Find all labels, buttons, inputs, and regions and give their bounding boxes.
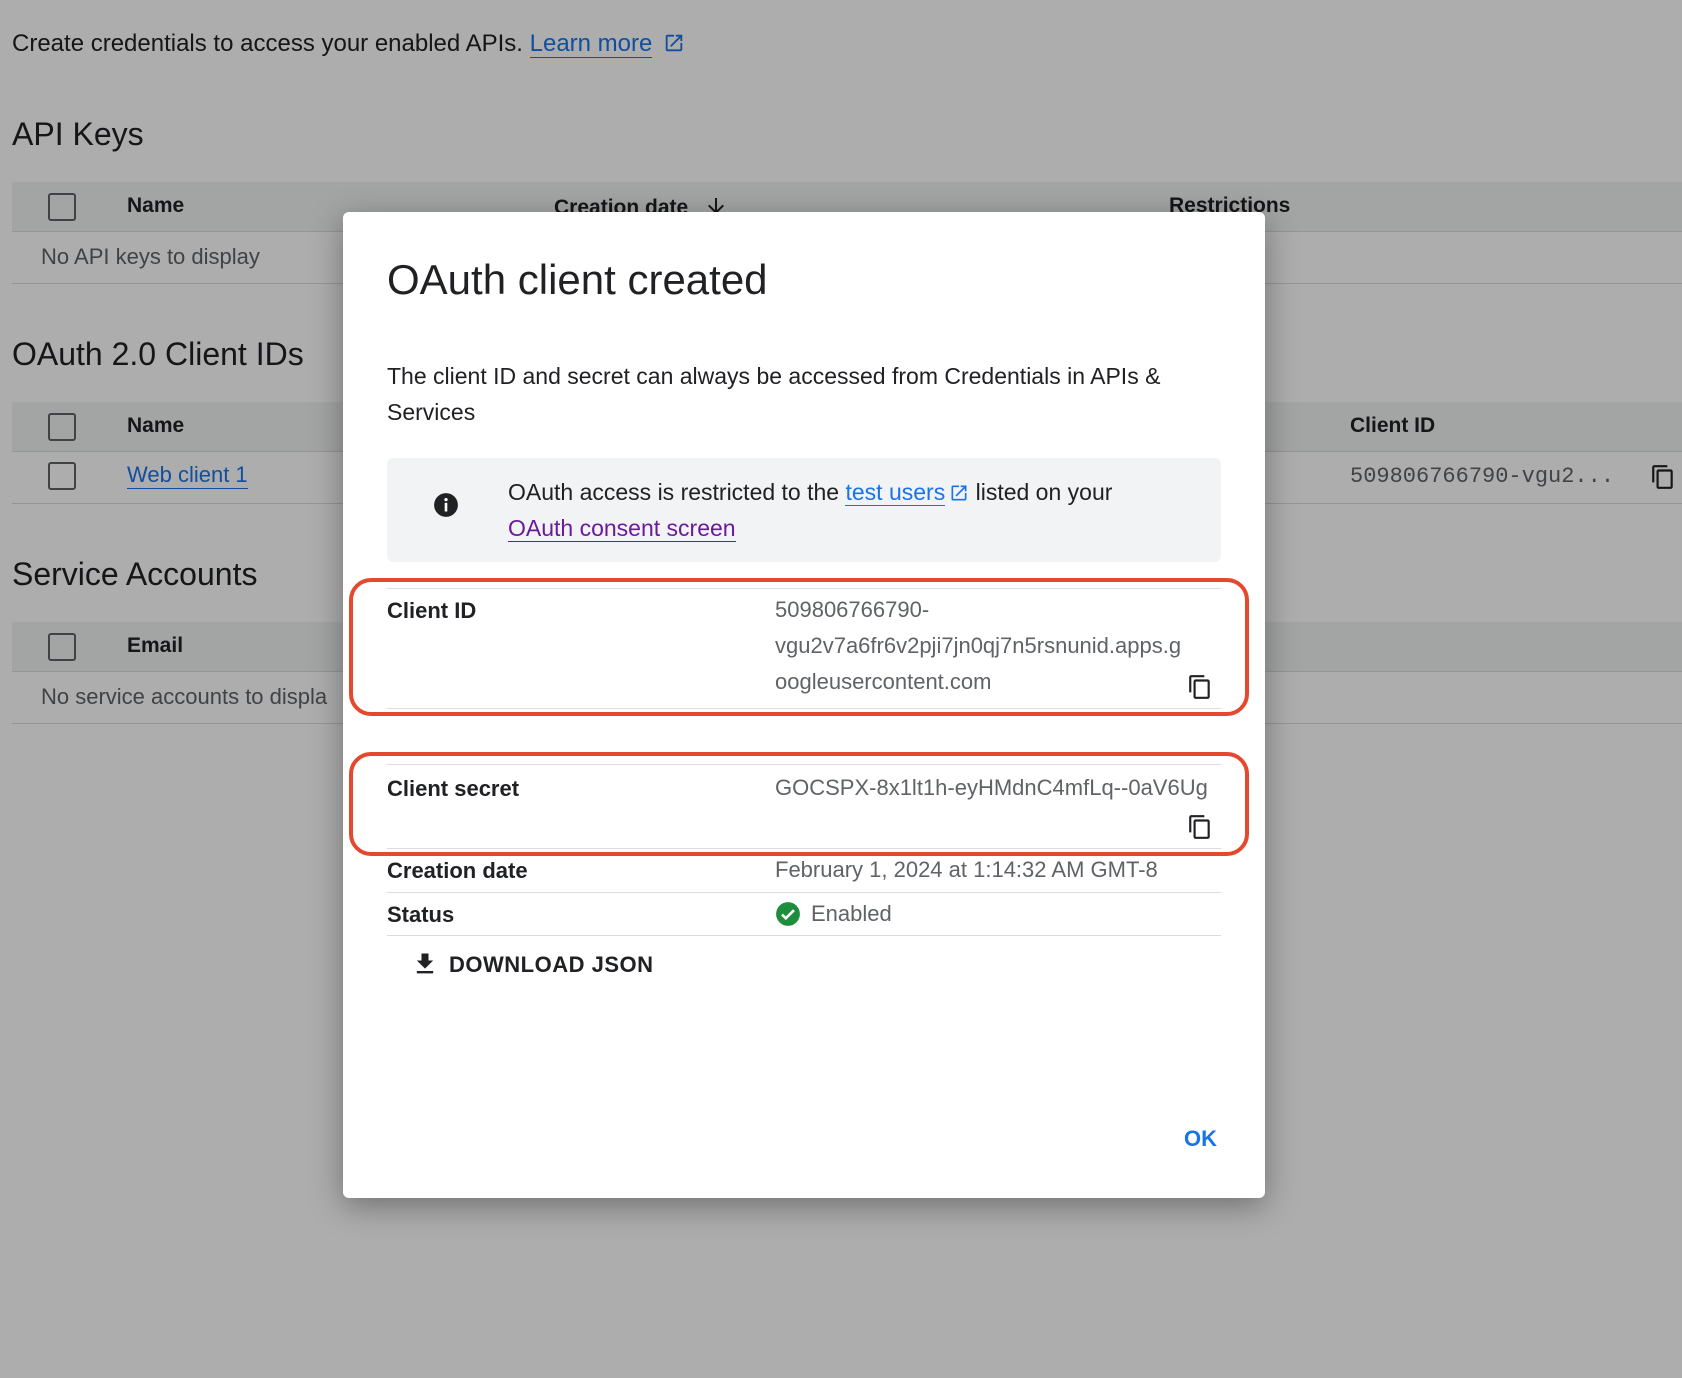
test-users-link[interactable]: test users	[845, 479, 946, 506]
client-secret-highlight	[349, 752, 1249, 856]
oauth-created-dialog: OAuth client created The client ID and s…	[343, 212, 1265, 1198]
ok-button[interactable]: OK	[1184, 1126, 1217, 1152]
dialog-description: The client ID and secret can always be a…	[387, 363, 1161, 425]
check-circle-icon	[776, 902, 800, 926]
info-banner: OAuth access is restricted to the test u…	[387, 458, 1221, 562]
info-text: OAuth access is restricted to the test u…	[508, 479, 1113, 542]
dialog-title: OAuth client created	[387, 256, 768, 303]
download-json-button[interactable]: DOWNLOAD JSON	[411, 950, 654, 978]
divider	[387, 892, 1221, 893]
download-icon	[416, 953, 434, 974]
status-label: Status	[387, 902, 455, 927]
creation-date-value: February 1, 2024 at 1:14:32 AM GMT-8	[775, 857, 1158, 882]
divider	[387, 935, 1221, 936]
oauth-consent-screen-link[interactable]: OAuth consent screen	[508, 515, 736, 542]
external-link-icon	[951, 485, 967, 501]
creation-date-label: Creation date	[387, 858, 528, 883]
info-icon	[434, 493, 458, 517]
status-value: Enabled	[775, 896, 892, 932]
client-id-highlight	[349, 578, 1249, 716]
